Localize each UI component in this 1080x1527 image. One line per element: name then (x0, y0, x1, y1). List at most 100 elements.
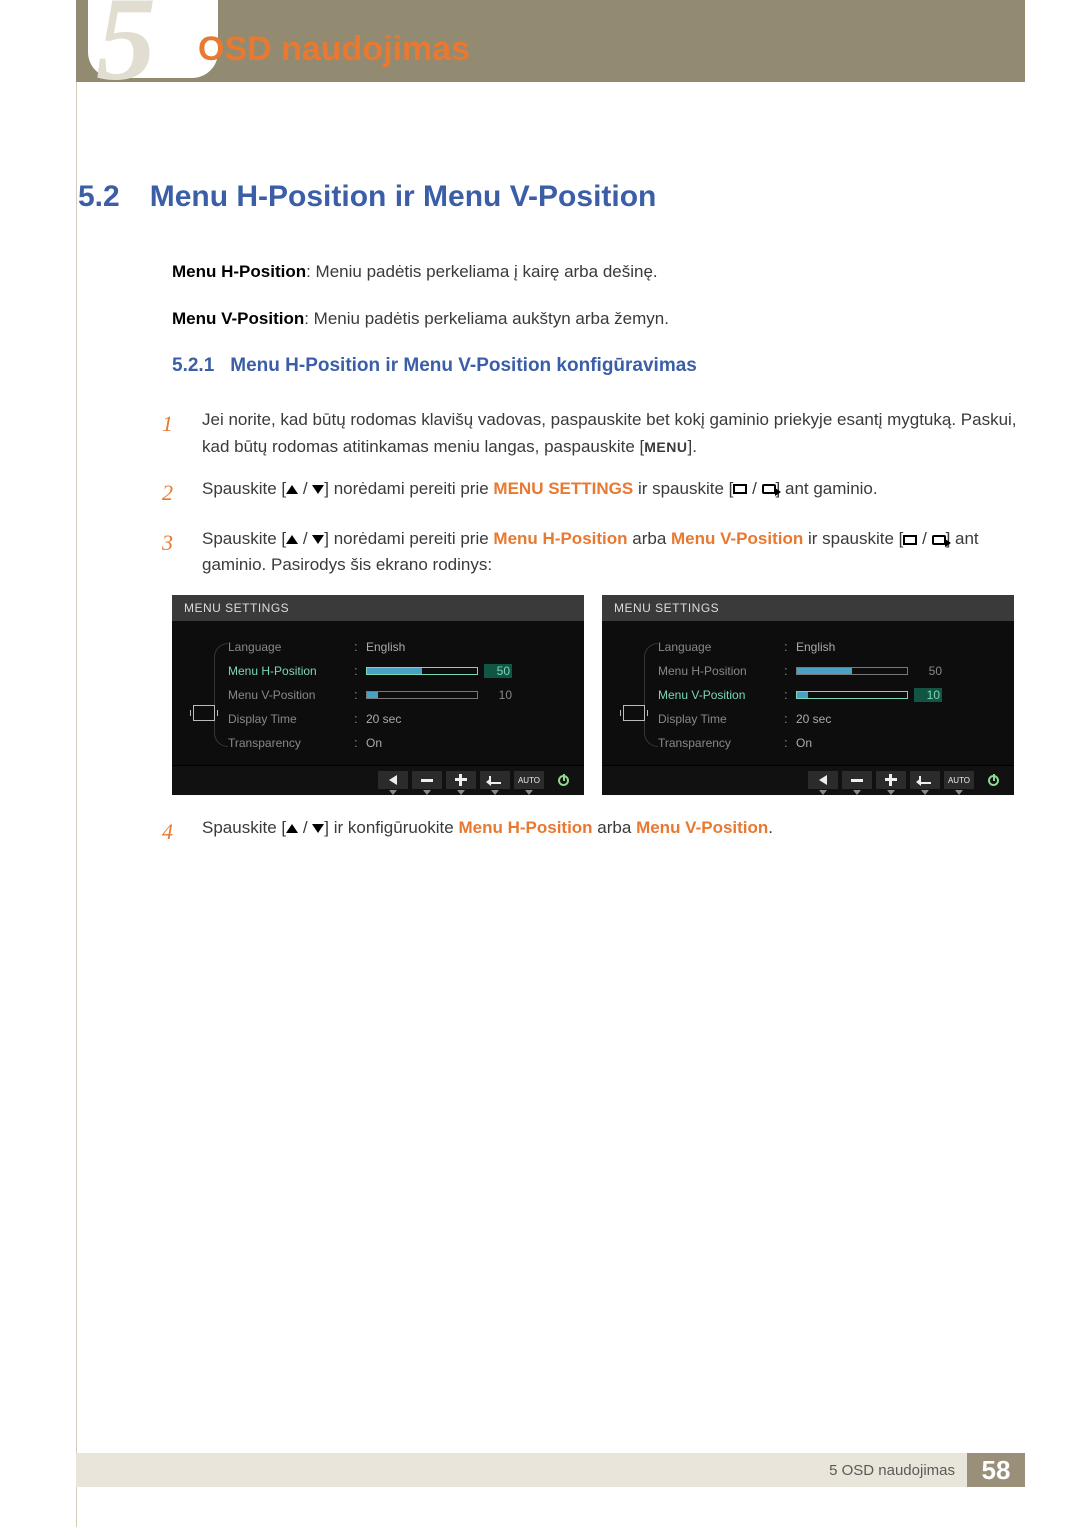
keyword-vpos: Menu V-Position (636, 818, 768, 837)
footer-text: 5 OSD naudojimas (829, 1462, 967, 1479)
step-text: Jei norite, kad būtų rodomas klavišų vad… (202, 407, 1020, 460)
osd-title: MENU SETTINGS (602, 595, 1014, 621)
slider (796, 691, 908, 699)
arrow-left-icon (389, 775, 397, 785)
osd-body: Language : English Menu H-Position : 50 … (602, 621, 1014, 765)
osd-sidebar (186, 635, 222, 755)
osd-row-displaytime: Display Time : 20 sec (652, 707, 1000, 731)
osd-footer: AUTO (172, 765, 584, 795)
menu-button-label: MENU (644, 439, 687, 455)
subsection-heading: 5.2.1 Menu H-Position ir Menu V-Position… (172, 355, 1020, 377)
osd-enter-button[interactable] (910, 771, 940, 789)
text: ir spauskite [ (633, 479, 733, 498)
osd-back-button[interactable] (378, 771, 408, 789)
slider-value: 50 (484, 664, 512, 678)
steps-list: 1 Jei norite, kad būtų rodomas klavišų v… (162, 407, 1020, 578)
enter-icon (489, 776, 501, 784)
osd-row-transparency: Transparency : On (222, 731, 570, 755)
colon: : (784, 687, 790, 702)
step-4: 4 Spauskite [ / ] ir konfigūruokite Menu… (162, 815, 1020, 849)
colon: : (784, 735, 790, 750)
power-icon (988, 775, 999, 786)
osd-auto-button[interactable]: AUTO (944, 771, 974, 789)
text: ]. (687, 437, 696, 456)
osd-title: MENU SETTINGS (172, 595, 584, 621)
text: ] ant gaminio. (776, 479, 878, 498)
chapter-number: 5 (96, 0, 156, 108)
slider-value: 50 (914, 664, 942, 678)
term-vpos: Menu V-Position (172, 309, 304, 328)
osd-body: Language : English Menu H-Position : 50 … (172, 621, 584, 765)
text: Spauskite [ (202, 818, 286, 837)
osd-row-language: Language : English (652, 635, 1000, 659)
content-area: 5.2 Menu H-Position ir Menu V-Position M… (78, 180, 1020, 865)
step-number: 4 (162, 815, 182, 849)
subsection-title: Menu H-Position ir Menu V-Position konfi… (230, 355, 697, 377)
step-1: 1 Jei norite, kad būtų rodomas klavišų v… (162, 407, 1020, 460)
osd-row-hpos-selected: Menu H-Position : 50 (222, 659, 570, 683)
keyword-menu-settings: MENU SETTINGS (493, 479, 633, 498)
text: ] norėdami pereiti prie (324, 479, 493, 498)
bracket-decoration (214, 643, 228, 747)
keyword-vpos: Menu V-Position (671, 529, 803, 548)
minus-icon (421, 779, 433, 782)
paragraph-hpos: Menu H-Position: Meniu padėtis perkeliam… (172, 260, 1020, 285)
page-title: OSD naudojimas (198, 30, 470, 69)
label: Display Time (652, 712, 778, 726)
page-number: 58 (967, 1453, 1025, 1487)
osd-table: Language : English Menu H-Position : 50 … (652, 635, 1000, 755)
up-icon (286, 485, 298, 494)
section-title: Menu H-Position ir Menu V-Position (150, 180, 657, 214)
up-icon (286, 535, 298, 544)
left-margin-rule (76, 0, 77, 1527)
text: Spauskite [ (202, 529, 286, 548)
step-text: Spauskite [ / ] ir konfigūruokite Menu H… (202, 815, 1020, 849)
osd-enter-button[interactable] (480, 771, 510, 789)
label: Transparency (222, 736, 348, 750)
screen-icon (193, 705, 215, 721)
osd-row-vpos: Menu V-Position : 10 (222, 683, 570, 707)
paragraph-vpos: Menu V-Position: Meniu padėtis perkeliam… (172, 307, 1020, 332)
arrow-left-icon (819, 775, 827, 785)
desc-vpos: : Meniu padėtis perkeliama aukštyn arba … (304, 309, 669, 328)
keyword-hpos: Menu H-Position (458, 818, 592, 837)
osd-minus-button[interactable] (842, 771, 872, 789)
osd-power-button[interactable] (548, 771, 578, 789)
desc-hpos: : Meniu padėtis perkeliama į kairę arba … (306, 262, 658, 281)
slider (366, 691, 478, 699)
text: . (768, 818, 773, 837)
text: ] norėdami pereiti prie (324, 529, 493, 548)
osd-auto-button[interactable]: AUTO (514, 771, 544, 789)
colon: : (354, 639, 360, 654)
value: On (366, 736, 382, 750)
osd-back-button[interactable] (808, 771, 838, 789)
osd-plus-button[interactable] (446, 771, 476, 789)
value: 20 sec (366, 712, 401, 726)
value: English (366, 640, 405, 654)
osd-row-transparency: Transparency : On (652, 731, 1000, 755)
osd-screenshots-row: MENU SETTINGS Language : English Menu H-… (172, 595, 1020, 795)
osd-row-language: Language : English (222, 635, 570, 659)
section-number: 5.2 (78, 180, 120, 214)
step-2: 2 Spauskite [ / ] norėdami pereiti prie … (162, 476, 1020, 510)
label: Menu V-Position (652, 688, 778, 702)
label: Display Time (222, 712, 348, 726)
osd-minus-button[interactable] (412, 771, 442, 789)
source-icon (762, 484, 776, 494)
text: ir spauskite [ (803, 529, 903, 548)
down-icon (312, 485, 324, 494)
up-icon (286, 824, 298, 833)
osd-panel-vpos: MENU SETTINGS Language : English Menu H-… (602, 595, 1014, 795)
slider (366, 667, 478, 675)
page-footer: 5 OSD naudojimas 58 (76, 1453, 1025, 1487)
steps-list-continued: 4 Spauskite [ / ] ir konfigūruokite Menu… (162, 815, 1020, 849)
osd-panel-hpos: MENU SETTINGS Language : English Menu H-… (172, 595, 584, 795)
colon: : (784, 639, 790, 654)
step-text: Spauskite [ / ] norėdami pereiti prie ME… (202, 476, 1020, 510)
osd-power-button[interactable] (978, 771, 1008, 789)
minus-icon (851, 779, 863, 782)
power-icon (558, 775, 569, 786)
source-icon (932, 535, 946, 545)
osd-plus-button[interactable] (876, 771, 906, 789)
colon: : (354, 735, 360, 750)
